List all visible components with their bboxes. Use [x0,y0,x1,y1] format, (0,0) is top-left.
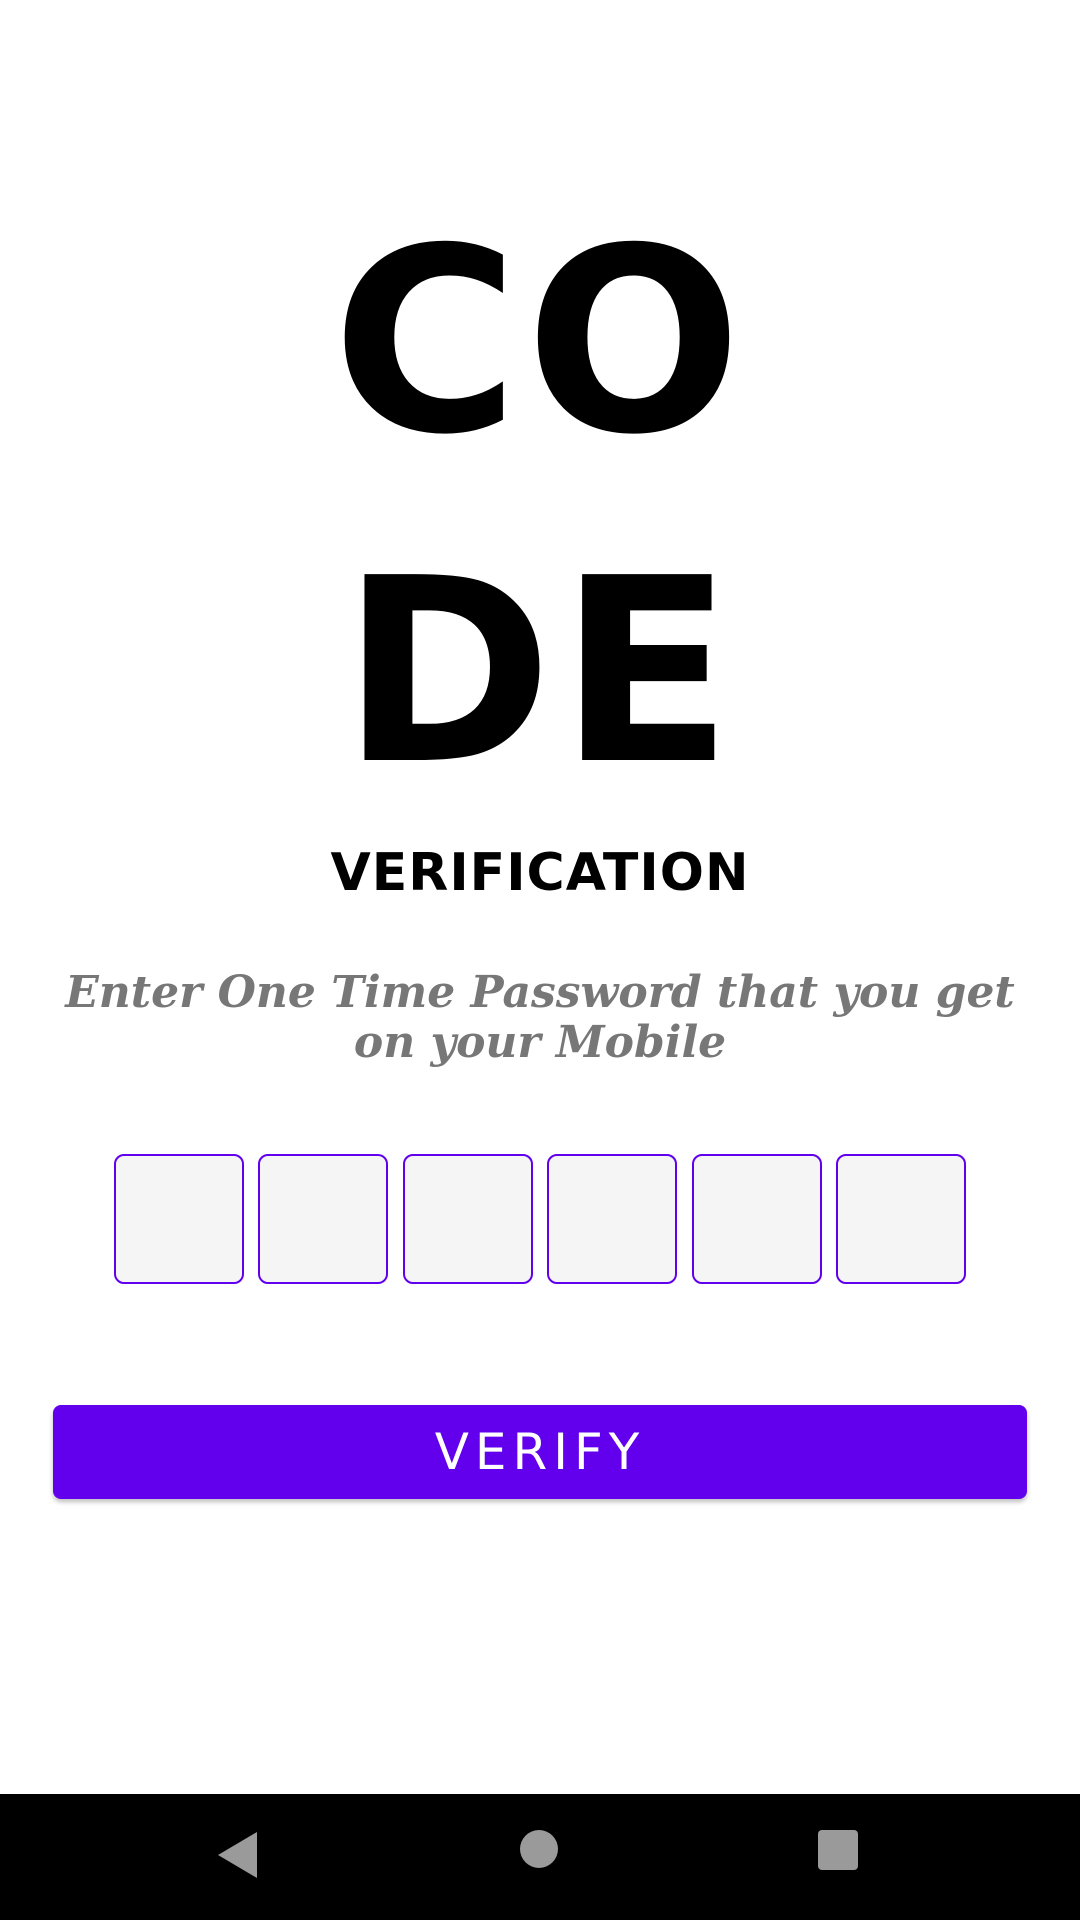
page-subtitle: VERIFICATION [330,843,750,903]
otp-digit-5-input[interactable] [691,1154,822,1284]
back-icon[interactable] [218,1832,257,1878]
title-line-2: DE [341,524,739,821]
otp-digit-1-input[interactable] [114,1154,244,1284]
verify-button[interactable]: VERIFY [53,1405,1027,1499]
otp-digit-4-input[interactable] [547,1154,678,1284]
home-icon[interactable] [520,1830,558,1868]
otp-digit-3-input[interactable] [402,1154,533,1284]
otp-verification-screen: CO DE VERIFICATION Enter One Time Passwo… [0,0,1080,1794]
title-line-1: CO [332,194,748,491]
recents-icon[interactable] [818,1830,858,1870]
instruction-text: Enter One Time Password that you get on … [65,967,1015,1068]
otp-digit-6-input[interactable] [835,1154,966,1284]
otp-digit-2-input[interactable] [258,1154,389,1284]
otp-input-row [114,1154,966,1284]
system-navigation-bar [0,1794,1080,1920]
